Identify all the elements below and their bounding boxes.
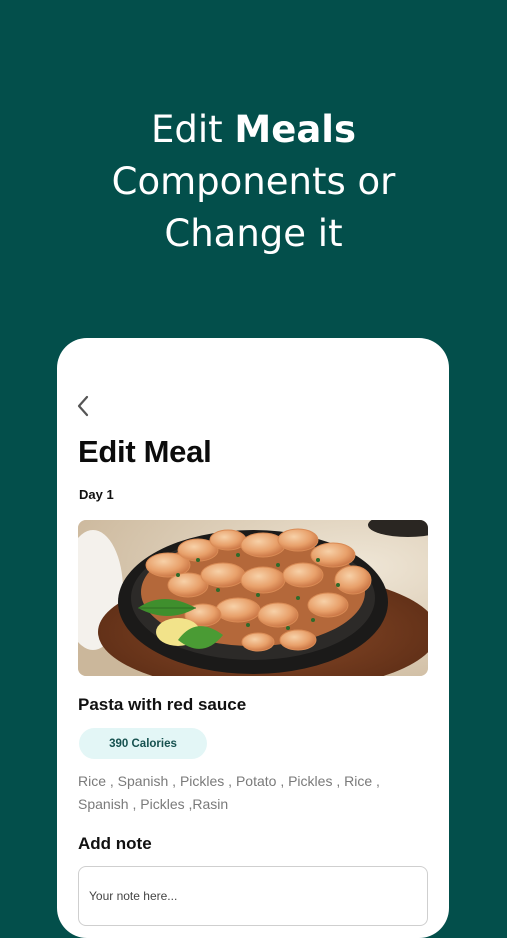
headline-line-3: Change it [164, 212, 343, 255]
shrimp-dish-illustration [78, 520, 428, 676]
headline-line-2: Components or [111, 160, 396, 203]
headline-line-1: Edit Meals [0, 104, 507, 156]
calories-badge: 390 Calories [79, 728, 207, 759]
phone-screen-card: Edit Meal Day 1 Pasta with red sauce 390… [57, 338, 449, 938]
page-title: Edit Meal [78, 434, 212, 469]
promo-headline: Edit Meals Components or Change it [0, 104, 507, 260]
back-button[interactable] [73, 394, 95, 418]
meal-name: Pasta with red sauce [78, 695, 247, 714]
day-label: Day 1 [79, 487, 114, 502]
note-input[interactable] [78, 866, 428, 926]
ingredients-list: Rice , Spanish , Pickles , Potato , Pick… [78, 773, 380, 812]
add-note-label: Add note [78, 834, 152, 853]
headline-bold-word: Meals [234, 108, 356, 151]
chevron-left-icon [77, 395, 89, 417]
meal-image [78, 520, 428, 676]
headline-prefix: Edit [150, 108, 235, 151]
